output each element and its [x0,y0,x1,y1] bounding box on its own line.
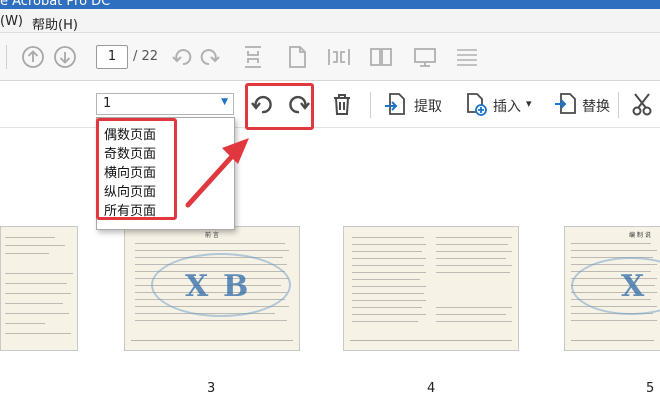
thumbnail-title: 编 制 说 [629,232,651,239]
monitor-icon[interactable] [412,44,438,70]
page-number-5: 5 [646,381,655,396]
page-icon[interactable] [284,44,310,70]
extract-button[interactable]: 提取 [414,96,442,116]
menu-bar: (W) 帮助(H) [0,9,660,33]
replace-icon[interactable] [552,90,580,118]
scissors-icon[interactable] [630,90,658,118]
page-range-select[interactable]: 1 ▼ [96,93,234,115]
toolbar-divider [618,92,619,118]
page-number-4: 4 [427,381,436,396]
window-title: e Acrobat Pro DC [0,0,111,9]
two-page-icon[interactable] [368,44,394,70]
watermark-icon: B [223,269,249,304]
toolbar-divider [370,92,371,118]
replace-button[interactable]: 替换 [582,96,610,116]
rotate-right-icon[interactable] [196,44,222,70]
menu-window[interactable]: (W) [0,14,23,29]
title-bar: e Acrobat Pro DC [0,0,660,9]
menu-help[interactable]: 帮助(H) [32,14,78,33]
up-arrow-icon[interactable] [20,44,46,70]
insert-icon[interactable] [462,90,490,118]
current-page-input[interactable]: 1 [96,45,128,69]
thumbnail-title: 前 言 [205,232,219,239]
page-thumbnail-3[interactable]: 前 言 X B [124,226,300,351]
insert-dropdown-caret[interactable]: ▾ [526,97,532,110]
fit-width-icon[interactable] [326,44,352,70]
main-toolbar: 1 / 22 [0,33,660,81]
page-number-3: 3 [207,381,216,396]
down-arrow-icon[interactable] [52,44,78,70]
annotation-box-rotate [245,83,314,130]
page-thumbnail-4[interactable] [343,226,519,351]
watermark-icon: X [621,269,645,304]
page-range-value: 1 [103,96,112,111]
page-thumbnail-5[interactable]: 编 制 说 X [564,226,660,351]
fit-height-icon[interactable] [240,44,266,70]
page-total: / 22 [133,49,159,64]
watermark-icon: X [185,269,209,304]
insert-button[interactable]: 插入 [493,96,521,116]
page-thumbnail[interactable] [0,226,78,351]
rotate-left-icon[interactable] [170,44,196,70]
extract-icon[interactable] [382,90,410,118]
chevron-down-icon: ▼ [221,97,228,107]
toolbar-divider [6,45,7,69]
menu-icon[interactable] [454,44,480,70]
trash-icon[interactable] [328,90,356,118]
annotation-box-dropdown [96,118,177,220]
